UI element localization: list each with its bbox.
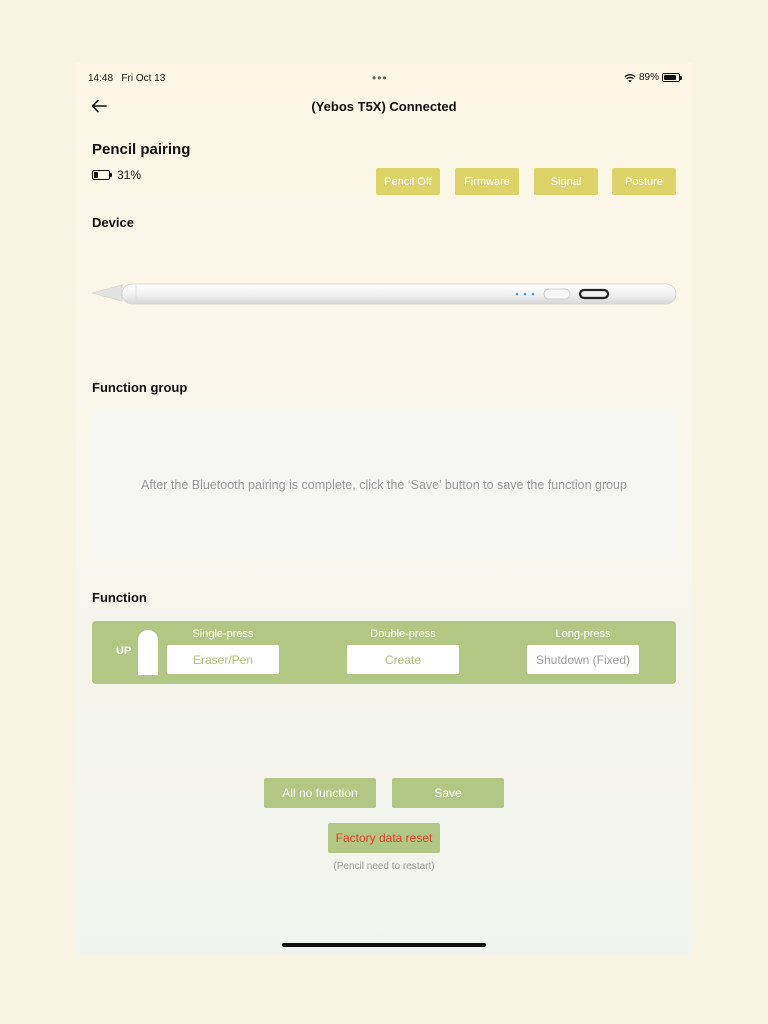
firmware-button[interactable]: Firmware — [455, 168, 519, 195]
single-press-label: Single-press — [192, 628, 254, 640]
function-panel: UP Single-press Eraser/Pen Double-press … — [92, 621, 676, 684]
nav-title: (Yebos T5X) Connected — [311, 99, 457, 114]
single-press-column: Single-press Eraser/Pen — [167, 628, 279, 674]
status-time: 14:48 — [88, 73, 114, 84]
factory-reset-button[interactable]: Factory data reset — [328, 823, 440, 853]
device-section-label: Device — [92, 215, 134, 230]
wifi-icon — [624, 73, 636, 82]
pencil-image — [90, 283, 677, 305]
save-button[interactable]: Save — [392, 778, 504, 808]
home-indicator[interactable] — [282, 943, 486, 947]
single-press-select[interactable]: Eraser/Pen — [167, 645, 279, 674]
function-group-hint: After the Bluetooth pairing is complete,… — [141, 478, 627, 492]
pencil-battery-percent: 31% — [117, 168, 142, 182]
app-screen: 14:48 Fri Oct 13 ••• 89% (Yebos T5X) Con… — [76, 63, 692, 954]
pencil-off-button[interactable]: Pencil Off — [376, 168, 440, 195]
double-press-label: Double-press — [370, 628, 436, 640]
long-press-label: Long-press — [555, 628, 611, 640]
status-date: Fri Oct 13 — [121, 73, 166, 84]
reset-note: (Pencil need to restart) — [333, 861, 435, 872]
long-press-column: Long-press Shutdown (Fixed) — [527, 628, 639, 674]
pencil-battery-icon — [92, 170, 112, 180]
function-group-section-label: Function group — [92, 380, 188, 395]
status-time-date: 14:48 Fri Oct 13 — [88, 73, 165, 84]
all-no-function-button[interactable]: All no function — [264, 778, 376, 808]
double-press-column: Double-press Create — [347, 628, 459, 674]
page-title: Pencil pairing — [92, 141, 191, 158]
function-group-box: After the Bluetooth pairing is complete,… — [92, 410, 676, 560]
status-right-group: 89% — [624, 72, 682, 83]
pencil-tip-icon — [138, 630, 158, 675]
multitasking-dots-icon[interactable]: ••• — [372, 71, 388, 85]
function-section-label: Function — [92, 590, 147, 605]
long-press-field: Shutdown (Fixed) — [527, 645, 639, 674]
status-bar: 14:48 Fri Oct 13 ••• 89% — [76, 71, 692, 87]
signal-button[interactable]: Signal — [534, 168, 598, 195]
status-battery-percent: 89% — [638, 72, 659, 83]
posture-button[interactable]: Posture — [612, 168, 676, 195]
pencil-battery: 31% — [92, 168, 141, 182]
up-label: UP — [116, 645, 132, 657]
double-press-select[interactable]: Create — [347, 645, 459, 674]
status-battery-icon — [662, 73, 682, 82]
